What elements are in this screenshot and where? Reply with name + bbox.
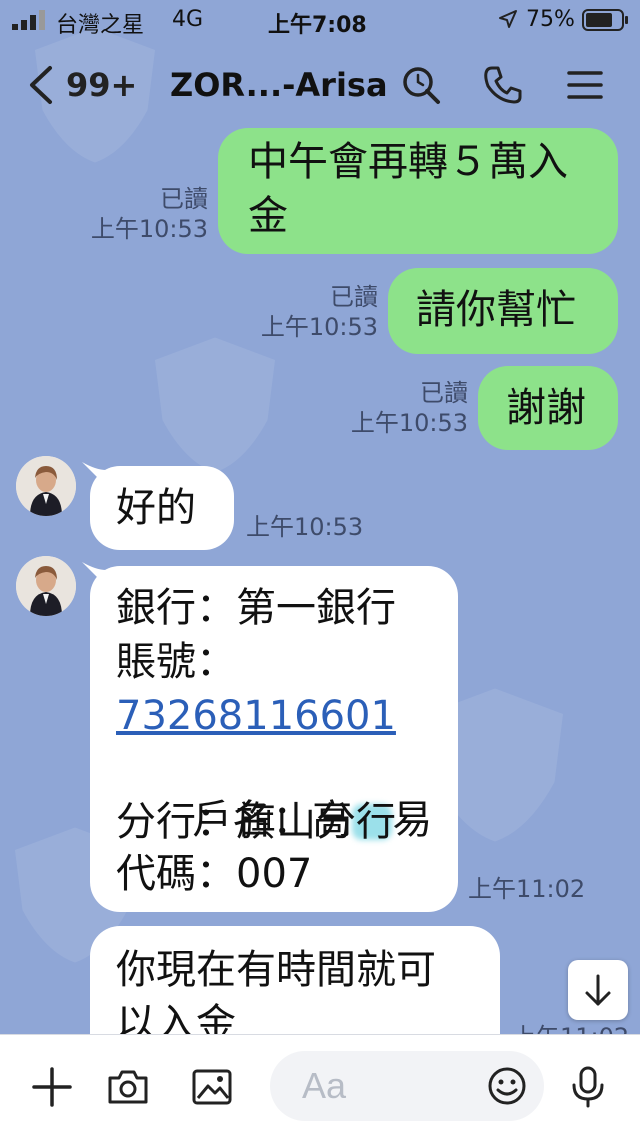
account-holder-suffix: 易 [392, 797, 433, 843]
message-meta: 已讀 上午10:53 [320, 378, 468, 438]
chevron-left-icon[interactable] [26, 64, 56, 106]
message-timestamp: 上午10:53 [350, 409, 468, 437]
incoming-message-bubble[interactable]: 銀行：第一銀行 賬號： 73268116601 戶名：高易 分行：旗山分行 代碼… [90, 566, 458, 912]
camera-icon[interactable] [106, 1065, 150, 1109]
message-text-line: 金 [248, 193, 288, 239]
contact-avatar[interactable] [16, 456, 76, 516]
message-input-bar: Aa [0, 1034, 640, 1136]
location-arrow-icon [499, 10, 517, 28]
account-label-line: 賬號： [116, 639, 236, 685]
microphone-icon[interactable] [566, 1065, 610, 1109]
search-icon[interactable] [400, 64, 442, 106]
battery-icon [582, 9, 628, 31]
emoji-icon[interactable] [486, 1065, 528, 1107]
contact-avatar[interactable] [16, 556, 76, 616]
message-text-line: 請你幫忙 [416, 287, 576, 333]
bank-code-line: 代碼：007 [116, 851, 313, 897]
scroll-to-bottom-button[interactable] [568, 960, 628, 1020]
message-text-line: 謝謝 [506, 385, 586, 431]
battery-percent: 75% [526, 7, 575, 32]
person-avatar-icon [16, 556, 76, 616]
read-receipt: 已讀 [420, 379, 468, 407]
arrow-down-icon [585, 974, 611, 1006]
chat-header: 99+ ZOR...-Arisa [0, 44, 640, 128]
read-receipt: 已讀 [160, 185, 208, 213]
outgoing-message-bubble[interactable]: 謝謝 [478, 366, 618, 450]
message-meta: 已讀 上午10:53 [230, 282, 378, 342]
message-timestamp: 上午10:53 [260, 313, 378, 341]
chat-screen: 台灣之星 4G 上午7:08 75% 99+ ZOR...-Arisa 中午會再… [0, 0, 640, 1136]
message-text-line: 你現在有時間就可 [116, 947, 436, 993]
chat-title[interactable]: ZOR...-Arisa [170, 66, 388, 104]
message-timestamp: 上午10:53 [90, 215, 208, 243]
message-meta: 已讀 上午10:53 [60, 184, 208, 244]
message-input-placeholder: Aa [302, 1065, 347, 1106]
phone-icon[interactable] [482, 64, 524, 106]
watermark-shield-icon [155, 337, 275, 473]
network-type: 4G [172, 7, 204, 32]
status-bar: 台灣之星 4G 上午7:08 75% [0, 0, 640, 42]
incoming-message-bubble[interactable]: 好的 [90, 466, 234, 550]
read-receipt: 已讀 [330, 283, 378, 311]
message-text-line: 中午會再轉５萬入 [248, 139, 568, 185]
carrier-name: 台灣之星 [56, 13, 145, 38]
outgoing-message-bubble[interactable]: 中午會再轉５萬入 金 [218, 128, 618, 254]
image-icon[interactable] [190, 1065, 234, 1109]
branch-line: 分行：旗山分行 [116, 799, 396, 845]
message-input[interactable]: Aa [270, 1051, 544, 1121]
person-avatar-icon [16, 456, 76, 516]
message-timestamp: 上午11:02 [468, 875, 586, 903]
signal-strength-icon [12, 10, 45, 30]
bank-name-line: 銀行：第一銀行 [116, 585, 396, 631]
plus-icon[interactable] [30, 1065, 74, 1109]
message-timestamp: 上午10:53 [246, 513, 364, 541]
menu-icon[interactable] [564, 64, 606, 106]
message-text-line: 好的 [116, 485, 196, 531]
status-time: 上午7:08 [268, 13, 367, 38]
unread-count[interactable]: 99+ [66, 66, 137, 104]
account-number-link[interactable]: 73268116601 [116, 690, 396, 742]
outgoing-message-bubble[interactable]: 請你幫忙 [388, 268, 618, 354]
